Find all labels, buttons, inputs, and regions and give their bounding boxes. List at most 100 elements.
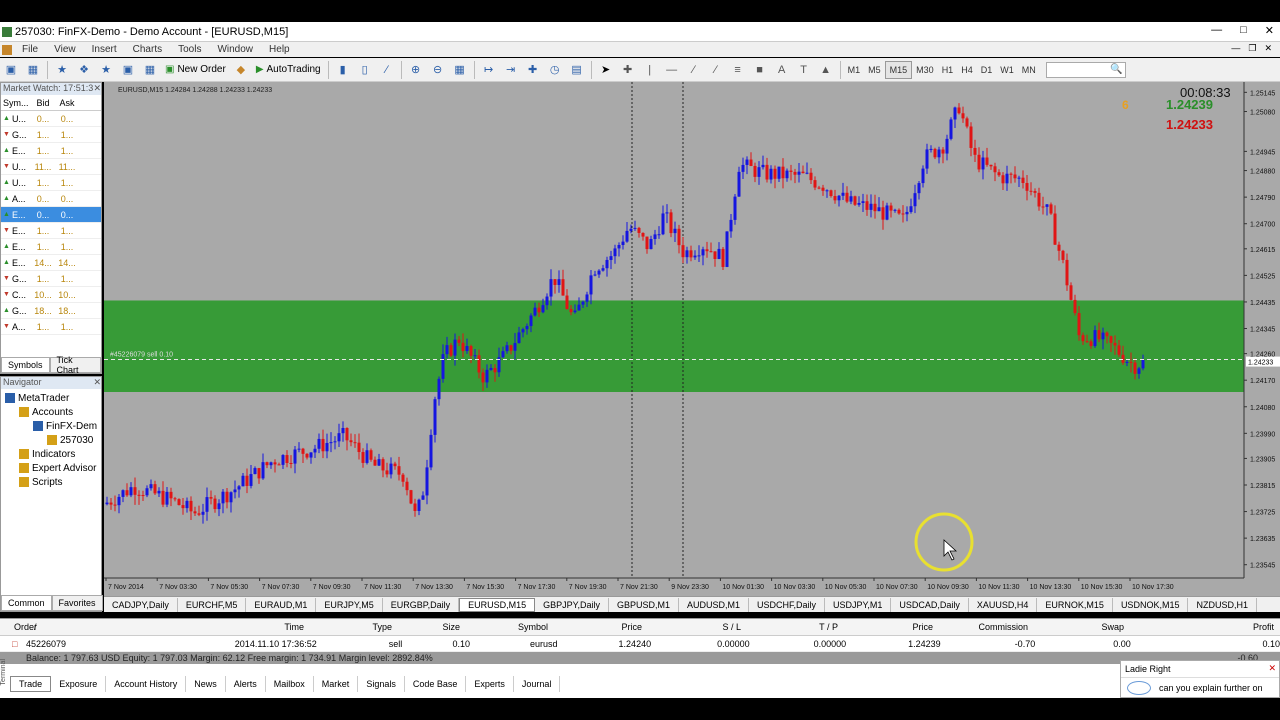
menu-window[interactable]: Window <box>209 44 261 55</box>
list-item[interactable]: ▲ E... 0... 0... <box>1 207 101 223</box>
chat-popup[interactable]: Ladie Right ✕ can you explain further on <box>1120 660 1280 698</box>
terminal-tab[interactable]: Account History <box>106 676 187 692</box>
minimize-button[interactable]: — <box>1211 24 1222 37</box>
list-item[interactable]: ▼ G... 1... 1... <box>1 271 101 287</box>
list-item[interactable]: ▼ C... 10... 10... <box>1 287 101 303</box>
navigator-item[interactable]: Scripts <box>1 475 101 489</box>
terminal-tab[interactable]: Market <box>314 676 359 692</box>
terminal-tab[interactable]: Exposure <box>51 676 107 692</box>
col-symbol[interactable]: Sym... <box>1 98 31 108</box>
col-swap[interactable]: Swap <box>1028 622 1124 632</box>
col-price[interactable]: Price <box>548 622 642 632</box>
tf-d1[interactable]: D1 <box>977 61 997 79</box>
close-button[interactable]: ✕ <box>1265 24 1274 37</box>
chart-tab[interactable]: EURNOK,M15 <box>1037 597 1113 612</box>
list-item[interactable]: ▲ E... 1... 1... <box>1 239 101 255</box>
channel-icon[interactable]: ∕ <box>706 61 726 79</box>
zoom-out-icon[interactable]: ⊖ <box>428 61 448 79</box>
col-tp[interactable]: T / P <box>741 622 838 632</box>
terminal-tab[interactable]: Code Base <box>405 676 467 692</box>
menu-charts[interactable]: Charts <box>125 44 170 55</box>
list-item[interactable]: ▼ U... 11... 11... <box>1 159 101 175</box>
col-commission[interactable]: Commission <box>933 622 1028 632</box>
chart-tab[interactable]: USDCAD,Daily <box>891 597 969 612</box>
text-icon[interactable]: A <box>772 61 792 79</box>
tile-windows-icon[interactable]: ▦ <box>450 61 470 79</box>
chart-tab[interactable]: AUDUSD,M1 <box>679 597 750 612</box>
col-type[interactable]: Type <box>304 622 392 632</box>
autotrading-button[interactable]: ▶ AutoTrading <box>252 61 325 79</box>
chart-tab[interactable]: CADJPY,Daily <box>104 597 178 612</box>
chart-tab[interactable]: EURAUD,M1 <box>246 597 317 612</box>
rectangle-icon[interactable]: ■ <box>750 61 770 79</box>
candlestick-icon[interactable]: ▯ <box>355 61 375 79</box>
navigator-item[interactable]: Expert Advisor <box>1 461 101 475</box>
tf-w1[interactable]: W1 <box>996 61 1018 79</box>
new-order-button[interactable]: ▣ New Order <box>161 61 230 79</box>
navigator-item[interactable]: 257030 <box>1 433 101 447</box>
menu-file[interactable]: File <box>14 44 46 55</box>
chart-tab[interactable]: NZDUSD,H1 <box>1188 597 1257 612</box>
col-order[interactable]: Order <box>0 622 37 632</box>
terminal-tab[interactable]: Mailbox <box>266 676 314 692</box>
navigator-item[interactable]: Accounts <box>1 405 101 419</box>
list-item[interactable]: ▼ E... 1... 1... <box>1 223 101 239</box>
tab-tick-chart[interactable]: Tick Chart <box>49 355 101 375</box>
chart-tab[interactable]: EURGBP,Daily <box>383 597 460 612</box>
list-item[interactable]: ▲ E... 1... 1... <box>1 143 101 159</box>
chart-tab[interactable]: GBPJPY,Daily <box>535 597 609 612</box>
strategy-tester-icon[interactable]: ▦ <box>140 61 160 79</box>
terminal-tab[interactable]: News <box>186 676 226 692</box>
navigator-item[interactable]: Indicators <box>1 447 101 461</box>
chart-tab[interactable]: EURUSD,M15 <box>459 597 536 612</box>
navigator-item[interactable]: MetaTrader <box>1 391 101 405</box>
col-ask[interactable]: Ask <box>55 98 79 108</box>
col-size[interactable]: Size <box>392 622 460 632</box>
tf-mn[interactable]: MN <box>1018 61 1040 79</box>
list-item[interactable]: ▲ G... 18... 18... <box>1 303 101 319</box>
zoom-in-icon[interactable]: ⊕ <box>406 61 426 79</box>
tf-m15[interactable]: M15 <box>884 60 913 79</box>
candlestick-chart[interactable]: #45226079 sell 0.10 1.25145 1.25080 1.24945… <box>104 82 1280 596</box>
chart-tab[interactable]: USDJPY,M1 <box>825 597 892 612</box>
trendline-icon[interactable]: ∕ <box>684 61 704 79</box>
list-item[interactable]: ▲ E... 14... 14... <box>1 255 101 271</box>
navigator-item[interactable]: FinFX-Dem <box>1 419 101 433</box>
new-chart-icon[interactable]: ▣ <box>1 61 21 79</box>
col-sort[interactable]: / <box>34 622 54 632</box>
tab-favorites[interactable]: Favorites <box>51 595 103 611</box>
menu-insert[interactable]: Insert <box>84 44 125 55</box>
list-item[interactable]: ▲ A... 0... 0... <box>1 191 101 207</box>
chart-tab[interactable]: USDCHF,Daily <box>749 597 826 612</box>
periods-icon[interactable]: ◷ <box>545 61 565 79</box>
line-chart-icon[interactable]: ∕ <box>377 61 397 79</box>
chart-tab[interactable]: GBPUSD,M1 <box>609 597 679 612</box>
bar-chart-icon[interactable]: ▮ <box>333 61 353 79</box>
child-minimize-button[interactable]: — <box>1231 43 1240 54</box>
terminal-tab[interactable]: Trade <box>10 676 52 692</box>
menu-tools[interactable]: Tools <box>170 44 209 55</box>
chart-tab[interactable]: EURCHF,M5 <box>178 597 247 612</box>
tab-common[interactable]: Common <box>1 595 52 611</box>
col-sl[interactable]: S / L <box>642 622 741 632</box>
tf-h1[interactable]: H1 <box>938 61 958 79</box>
horizontal-line-icon[interactable]: — <box>662 61 682 79</box>
terminal-icon[interactable]: ▣ <box>118 61 138 79</box>
col-time[interactable]: Time <box>54 622 304 632</box>
metaeditor-icon[interactable]: ◆ <box>231 61 251 79</box>
list-item[interactable]: ▲ U... 0... 0... <box>1 111 101 127</box>
text-label-icon[interactable]: T <box>794 61 814 79</box>
table-row[interactable]: □ 45226079 2014.11.10 17:36:52 sell 0.10… <box>0 636 1280 652</box>
list-item[interactable]: ▼ A... 1... 1... <box>1 319 101 335</box>
col-symbol[interactable]: Symbol <box>460 622 548 632</box>
chart-tab[interactable]: EURJPY,M5 <box>316 597 383 612</box>
vertical-line-icon[interactable]: | <box>640 61 660 79</box>
chart-shift-icon[interactable]: ↦ <box>479 61 499 79</box>
list-item[interactable]: ▼ G... 1... 1... <box>1 127 101 143</box>
maximize-button[interactable]: □ <box>1240 24 1247 37</box>
profiles-icon[interactable]: ▦ <box>23 61 43 79</box>
chart-tab[interactable]: USDNOK,M15 <box>1113 597 1189 612</box>
menu-view[interactable]: View <box>46 44 84 55</box>
col-profit[interactable]: Profit <box>1124 622 1274 632</box>
menu-help[interactable]: Help <box>261 44 298 55</box>
